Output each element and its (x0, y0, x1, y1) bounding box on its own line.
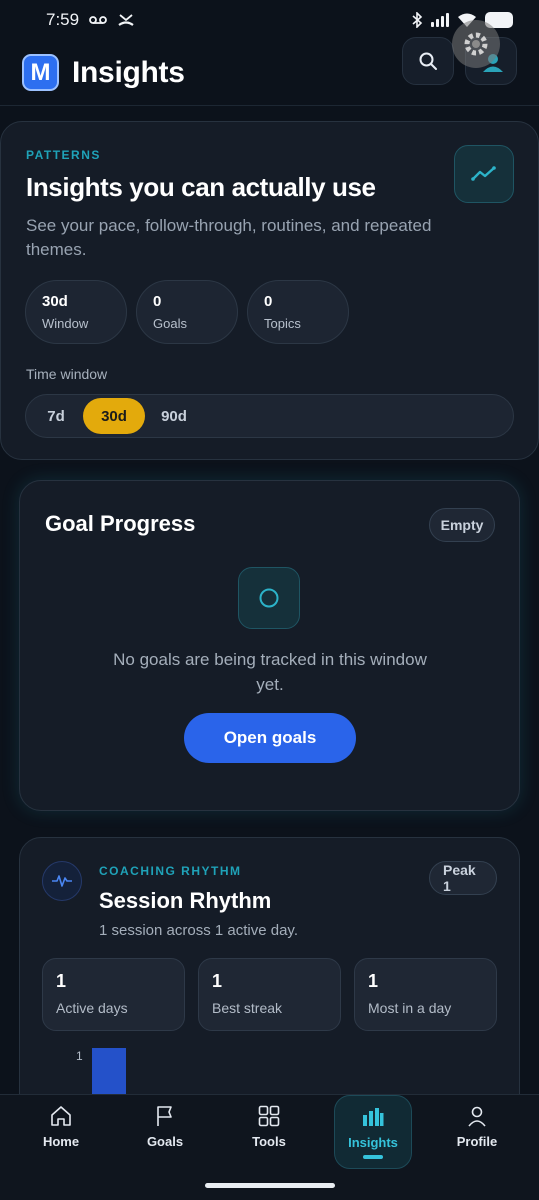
nav-tools[interactable]: Tools (230, 1095, 308, 1169)
goal-status-badge: Empty (429, 508, 495, 542)
window-option-7d[interactable]: 7d (34, 398, 78, 434)
empty-state-icon-box (238, 567, 300, 629)
most-in-a-day-stat: 1 Most in a day (354, 958, 497, 1031)
nav-insights[interactable]: Insights (334, 1095, 412, 1169)
time-window-label: Time window (26, 366, 108, 382)
open-goals-button[interactable]: Open goals (184, 713, 356, 763)
rhythm-subtitle: 1 session across 1 active day. (99, 922, 298, 939)
rhythm-icon-circle (42, 861, 82, 901)
best-streak-stat: 1 Best streak (198, 958, 341, 1031)
window-option-30d[interactable]: 30d (83, 398, 145, 434)
rhythm-title: Session Rhythm (99, 888, 272, 913)
nav-goals[interactable]: Goals (126, 1095, 204, 1169)
topics-stat: 0 Topics (247, 280, 349, 344)
grid-icon (258, 1105, 280, 1127)
missed-call-icon (118, 14, 134, 26)
app-header: M Insights (0, 20, 539, 106)
signal-icon (431, 13, 449, 27)
active-indicator (363, 1155, 383, 1159)
empty-circle-icon (259, 588, 279, 608)
peak-badge: Peak 1 (429, 861, 497, 895)
settings-gear-icon[interactable] (452, 20, 500, 68)
active-days-stat: 1 Active days (42, 958, 185, 1031)
empty-state-message: No goals are being tracked in this windo… (113, 650, 427, 694)
flag-icon (157, 1106, 172, 1126)
logo-letter: M (30, 58, 51, 86)
window-option-90d[interactable]: 90d (150, 398, 198, 434)
patterns-kicker: PATTERNS (26, 148, 101, 162)
voicemail-icon (89, 16, 107, 24)
goal-progress-card: Goal Progress Empty No goals are being t… (19, 480, 520, 811)
home-icon (51, 1106, 71, 1126)
patterns-description: See your pace, follow-through, routines,… (26, 216, 432, 259)
page-title: Insights (72, 55, 185, 89)
nav-home[interactable]: Home (22, 1095, 100, 1169)
window-stat: 30d Window (25, 280, 127, 344)
patterns-card: PATTERNS Insights you can actually use S… (0, 121, 539, 460)
status-time: 7:59 (46, 10, 80, 29)
bar-chart-icon (363, 1108, 384, 1126)
nav-profile[interactable]: Profile (438, 1095, 516, 1169)
search-button[interactable] (402, 37, 454, 85)
goal-progress-title: Goal Progress (45, 511, 196, 536)
session-rhythm-card: COACHING RHYTHM Session Rhythm 1 session… (19, 837, 520, 1137)
app-logo: M (22, 54, 59, 91)
chart-y-tick-label: 1 (76, 1049, 83, 1063)
user-icon (468, 1106, 486, 1127)
trend-line-icon (471, 166, 496, 181)
patterns-title: Insights you can actually use (26, 172, 376, 202)
time-window-selector[interactable]: 7d 30d 90d (25, 394, 514, 438)
trend-button[interactable] (454, 145, 514, 203)
rhythm-kicker: COACHING RHYTHM (99, 864, 242, 878)
search-icon (419, 52, 437, 70)
pulse-icon (52, 875, 72, 887)
bluetooth-icon (412, 12, 423, 28)
gesture-home-bar (205, 1183, 335, 1188)
goals-stat: 0 Goals (136, 280, 238, 344)
